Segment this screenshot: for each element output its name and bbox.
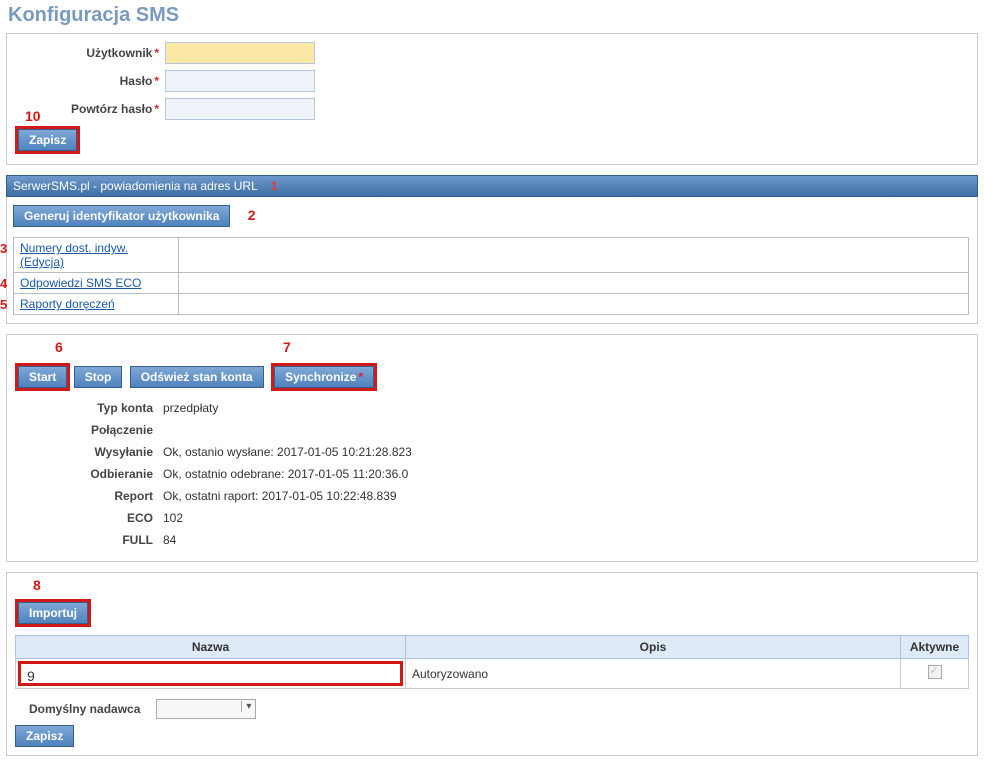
annotation-1: 1	[271, 179, 278, 193]
report-label: Report	[23, 489, 163, 503]
stop-button[interactable]: Stop	[74, 366, 123, 388]
default-sender-row: Domyślny nadawca	[15, 699, 969, 719]
sending-label: Wysyłanie	[23, 445, 163, 459]
password2-row: Powtórz hasło*	[15, 98, 969, 120]
annotation-3: 3	[0, 241, 7, 256]
import-button[interactable]: Importuj	[18, 602, 88, 624]
account-type-value: przedpłaty	[163, 401, 218, 415]
url-section-header: SerwerSMS.pl - powiadomienia na adres UR…	[6, 175, 978, 197]
generate-user-id-button[interactable]: Generuj identyfikator użytkownika	[13, 205, 230, 227]
default-sender-label: Domyślny nadawca	[15, 702, 146, 716]
active-cell	[901, 659, 969, 689]
import-panel: 8 Importuj Nazwa Opis Aktywne 9 Autoryzo…	[6, 572, 978, 756]
annotation-7: 7	[283, 339, 291, 355]
import-save-button[interactable]: Zapisz	[15, 725, 74, 747]
full-value: 84	[163, 533, 176, 547]
annotation-9: 9	[18, 661, 403, 686]
import-table: Nazwa Opis Aktywne 9 Autoryzowano	[15, 635, 969, 689]
password-input[interactable]	[165, 70, 315, 92]
annotation-4: 4	[0, 276, 7, 291]
receiving-value: Ok, ostatnio odebrane: 2017-01-05 11:20:…	[163, 467, 408, 481]
status-list: Typ kontaprzedpłaty Połączenie Wysyłanie…	[23, 397, 969, 551]
user-input[interactable]	[165, 42, 315, 64]
credentials-save-button[interactable]: Zapisz	[18, 129, 77, 151]
annotation-2: 2	[248, 207, 256, 223]
eco-value: 102	[163, 511, 183, 525]
receiving-label: Odbieranie	[23, 467, 163, 481]
refresh-account-button[interactable]: Odśwież stan konta	[130, 366, 264, 388]
sending-value: Ok, ostanio wysłane: 2017-01-05 10:21:28…	[163, 445, 412, 459]
report-value: Ok, ostatni raport: 2017-01-05 10:22:48.…	[163, 489, 397, 503]
annotation-5: 5	[0, 297, 7, 312]
start-button[interactable]: Start	[18, 366, 67, 388]
col-name: Nazwa	[16, 636, 406, 659]
link-odpowiedzi-eco[interactable]: Odpowiedzi SMS ECO	[20, 276, 141, 290]
link-raporty-doreczen[interactable]: Raporty doręczeń	[20, 297, 115, 311]
account-type-label: Typ konta	[23, 401, 163, 415]
user-row: Użytkownik*	[15, 42, 969, 64]
default-sender-select[interactable]	[156, 699, 256, 719]
password-repeat-input[interactable]	[165, 98, 315, 120]
name-cell[interactable]: 9	[16, 659, 406, 689]
col-desc: Opis	[406, 636, 901, 659]
synchronize-button[interactable]: Synchronize*	[274, 366, 374, 388]
full-label: FULL	[23, 533, 163, 547]
link-numery-dost[interactable]: Numery dost. indyw. (Edycja)	[20, 241, 128, 269]
active-checkbox[interactable]	[928, 665, 942, 679]
password-row: Hasło*	[15, 70, 969, 92]
page-title: Konfiguracja SMS	[0, 0, 984, 33]
url-link-table: 3 Numery dost. indyw. (Edycja) 4 Odpowie…	[13, 237, 969, 315]
control-panel: 6 7 Start Stop Odśwież stan konta Synchr…	[6, 334, 978, 562]
credentials-panel: Użytkownik* Hasło* Powtórz hasło* 10 Zap…	[6, 33, 978, 165]
password-label: Hasło*	[15, 74, 165, 88]
col-active: Aktywne	[901, 636, 969, 659]
connection-label: Połączenie	[23, 423, 163, 437]
desc-cell: Autoryzowano	[406, 659, 901, 689]
annotation-10: 10	[25, 108, 41, 124]
eco-label: ECO	[23, 511, 163, 525]
url-section-body: Generuj identyfikator użytkownika 2 3 Nu…	[6, 197, 978, 324]
annotation-6: 6	[55, 339, 63, 355]
user-label: Użytkownik*	[15, 46, 165, 60]
annotation-8: 8	[33, 577, 41, 593]
